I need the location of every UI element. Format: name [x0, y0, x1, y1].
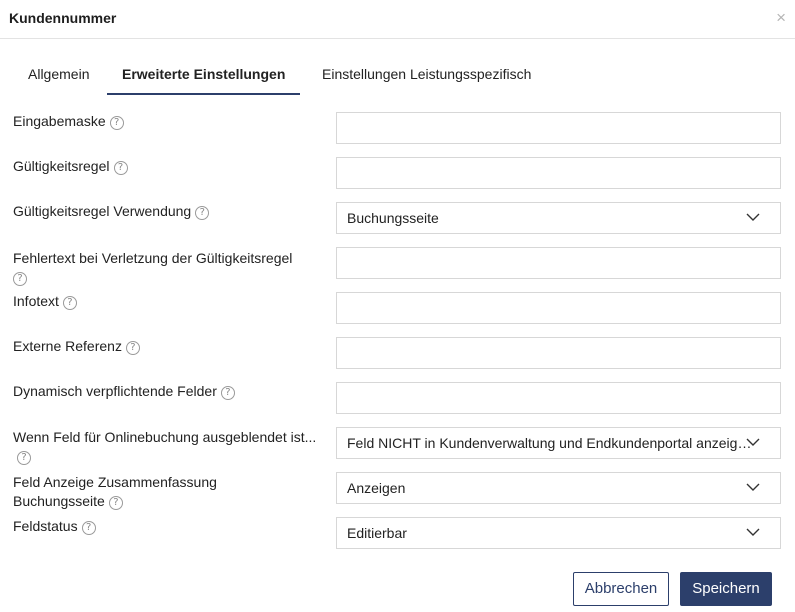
cancel-button[interactable]: Abbrechen [573, 572, 669, 606]
save-button[interactable]: Speichern [680, 572, 772, 606]
gueltigkeitsregel-input[interactable] [336, 157, 781, 189]
infotext-input[interactable] [336, 292, 781, 324]
help-circle-icon[interactable]: ? [113, 161, 128, 175]
select-value: Buchungsseite [347, 210, 439, 226]
dialog-title: Kundennummer [9, 10, 117, 26]
field-label-text: Externe Referenz [13, 338, 122, 354]
chevron-down-icon [746, 483, 760, 491]
field-label-text: Wenn Feld für Onlinebuchung ausgeblendet… [13, 429, 317, 445]
field-label: Feld Anzeige Zusammenfassung Buchungssei… [13, 473, 243, 511]
feldstatus-select[interactable]: Editierbar [336, 517, 781, 549]
chevron-down-icon [746, 528, 760, 536]
externe-referenz-input[interactable] [336, 337, 781, 369]
field-label: Gültigkeitsregel Verwendung? [13, 202, 323, 221]
help-circle-icon[interactable]: ? [108, 496, 123, 510]
field-label-text: Feldstatus [13, 518, 78, 534]
help-circle-icon[interactable]: ? [195, 206, 210, 220]
dynamisch-verpflichtende-felder-input[interactable] [336, 382, 781, 414]
select-value: Feld NICHT in Kundenverwaltung und Endku… [347, 435, 752, 451]
field-label-text: Infotext [13, 293, 59, 309]
ausgeblendet-select[interactable]: Feld NICHT in Kundenverwaltung und Endku… [336, 427, 781, 459]
field-label-text: Dynamisch verpflichtende Felder [13, 383, 217, 399]
help-circle-icon[interactable]: ? [17, 451, 31, 465]
zusammenfassung-select[interactable]: Anzeigen [336, 472, 781, 504]
field-label: Dynamisch verpflichtende Felder? [13, 382, 323, 401]
gueltigkeitsregel-verwendung-select[interactable]: Buchungsseite [336, 202, 781, 234]
help-circle-icon[interactable]: ? [62, 296, 77, 310]
field-label-text: Gültigkeitsregel Verwendung [13, 203, 192, 219]
field-label: Infotext? [13, 292, 323, 311]
dialog-header: Kundennummer × [0, 0, 795, 39]
field-label-text: Eingabemaske [13, 113, 106, 129]
field-label-text: Gültigkeitsregel [13, 158, 110, 174]
help-circle-icon[interactable]: ? [81, 521, 96, 535]
tab-einstellungen-leistungsspezifisch[interactable]: Einstellungen Leistungsspezifisch [307, 55, 546, 95]
tab-allgemein[interactable]: Allgemein [13, 55, 104, 95]
select-value: Editierbar [347, 525, 407, 541]
select-value: Anzeigen [347, 480, 406, 496]
help-circle-icon[interactable]: ? [220, 386, 235, 400]
chevron-down-icon [746, 213, 760, 221]
field-label: Fehlertext bei Verletzung der Gültigkeit… [13, 249, 323, 287]
help-circle-icon[interactable]: ? [109, 116, 124, 130]
field-label-text: Fehlertext bei Verletzung der Gültigkeit… [13, 250, 293, 266]
close-icon[interactable]: × [776, 9, 786, 27]
eingabemaske-input[interactable] [336, 112, 781, 144]
field-label: Gültigkeitsregel? [13, 157, 323, 176]
fehlertext-input[interactable] [336, 247, 781, 279]
field-label: Wenn Feld für Onlinebuchung ausgeblendet… [13, 428, 323, 466]
field-label: Externe Referenz? [13, 337, 323, 356]
help-circle-icon[interactable]: ? [13, 272, 27, 286]
chevron-down-icon [746, 438, 760, 446]
field-label: Eingabemaske? [13, 112, 323, 131]
tab-erweiterte-einstellungen[interactable]: Erweiterte Einstellungen [107, 55, 301, 95]
field-label: Feldstatus? [13, 517, 323, 536]
help-circle-icon[interactable]: ? [125, 341, 140, 355]
